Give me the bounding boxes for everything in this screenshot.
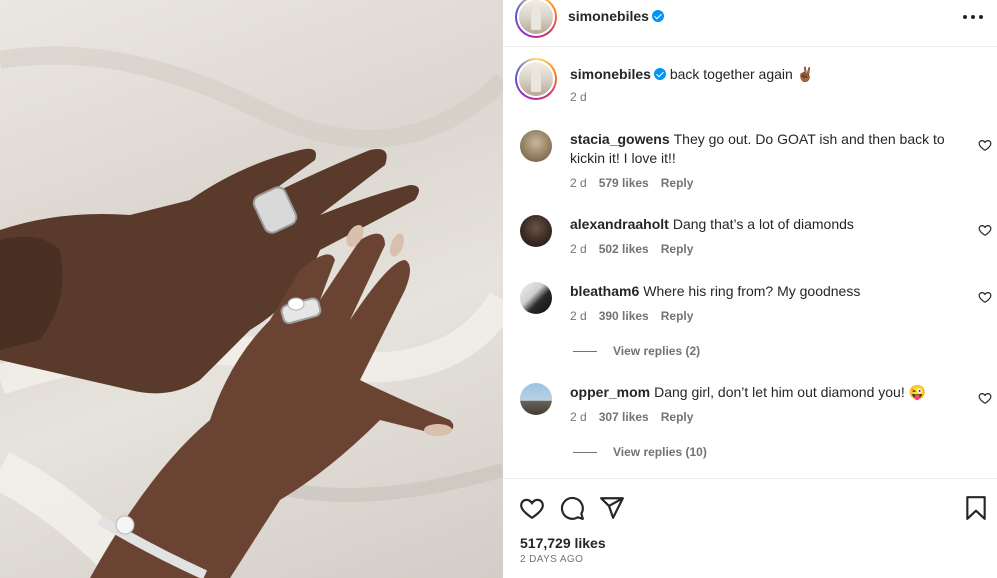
comment-icon[interactable] [559, 495, 585, 521]
reply-button[interactable]: Reply [661, 309, 694, 323]
post-date: 2 DAYS AGO [520, 554, 584, 565]
share-icon[interactable] [599, 495, 625, 521]
comment-likes[interactable]: 502 likes [599, 242, 649, 256]
comment-emoji: 😜 [908, 384, 927, 400]
view-replies-label: View replies (2) [613, 344, 701, 358]
view-replies-label: View replies (10) [613, 445, 707, 459]
commenter-avatar[interactable] [520, 215, 552, 247]
comment-username[interactable]: alexandraaholt [570, 216, 669, 232]
verified-badge-icon [651, 10, 664, 22]
post-panel: simonebiles simonebiles back together ag… [503, 0, 997, 578]
commenter-avatar[interactable] [520, 282, 552, 314]
bookmark-icon[interactable] [963, 495, 989, 521]
commenter-avatar[interactable] [520, 383, 552, 415]
reply-button[interactable]: Reply [661, 410, 694, 424]
caption-avatar[interactable] [515, 58, 557, 100]
action-bar: 517,729 likes 2 DAYS AGO [503, 478, 997, 578]
post-likes-count[interactable]: 517,729 likes [520, 535, 606, 551]
view-replies-button[interactable]: View replies (10) [573, 445, 707, 459]
caption-text: back together again [669, 66, 793, 82]
comment-text: Dang girl, don’t let him out diamond you… [654, 384, 905, 400]
caption-username[interactable]: simonebiles [570, 66, 651, 82]
comment-likes[interactable]: 390 likes [599, 309, 649, 323]
comment-likes[interactable]: 307 likes [599, 410, 649, 424]
comment-username[interactable]: bleatham6 [570, 283, 639, 299]
like-comment-heart-icon[interactable] [978, 138, 992, 152]
comment-time: 2 d [570, 309, 587, 323]
caption: simonebiles back together again ✌🏾 [570, 65, 980, 83]
divider-line [573, 451, 597, 453]
more-horizontal-icon[interactable] [963, 14, 983, 20]
comment-time: 2 d [570, 176, 587, 190]
post-image [0, 0, 503, 578]
verified-badge-icon [653, 68, 666, 80]
reply-button[interactable]: Reply [661, 242, 694, 256]
like-comment-heart-icon[interactable] [978, 223, 992, 237]
comment-text: Dang that’s a lot of diamonds [672, 216, 854, 232]
comment-time: 2 d [570, 242, 587, 256]
reply-button[interactable]: Reply [661, 176, 694, 190]
like-comment-heart-icon[interactable] [978, 290, 992, 304]
comment-likes[interactable]: 579 likes [599, 176, 649, 190]
caption-emoji: ✌🏾 [796, 66, 815, 82]
comment-username[interactable]: stacia_gowens [570, 131, 670, 147]
post-header: simonebiles [503, 0, 997, 47]
heart-icon[interactable] [519, 495, 545, 521]
comment-text: Where his ring from? My goodness [643, 283, 861, 299]
hands-photo [0, 46, 503, 578]
view-replies-button[interactable]: View replies (2) [573, 344, 700, 358]
author-username[interactable]: simonebiles [568, 8, 649, 24]
caption-time: 2 d [570, 90, 587, 104]
comment-time: 2 d [570, 410, 587, 424]
comment-username[interactable]: opper_mom [570, 384, 650, 400]
divider-line [573, 350, 597, 352]
author-avatar[interactable] [515, 0, 557, 38]
like-comment-heart-icon[interactable] [978, 391, 992, 405]
commenter-avatar[interactable] [520, 130, 552, 162]
